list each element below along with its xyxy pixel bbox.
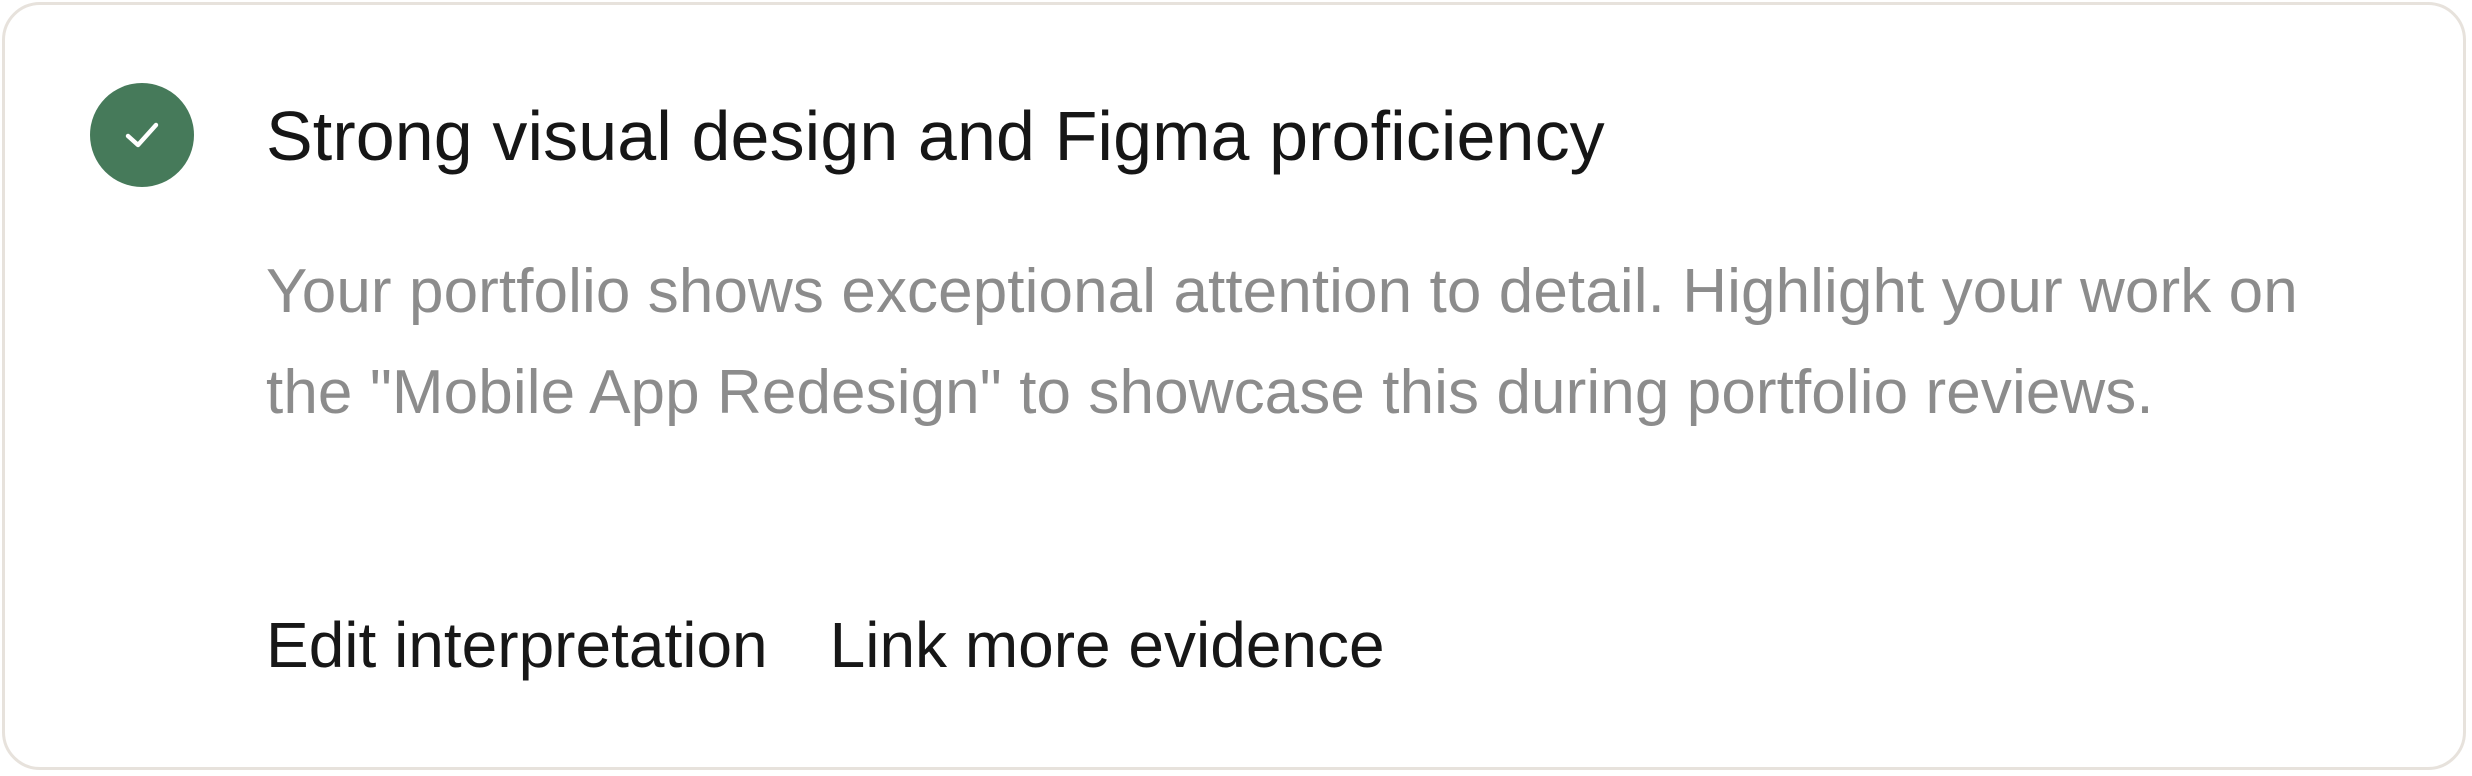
checkmark-icon — [90, 83, 194, 187]
card-description: Your portfolio shows exceptional attenti… — [266, 257, 2298, 427]
link-more-evidence-button[interactable]: Link more evidence — [830, 605, 1385, 685]
strength-card: Strong visual design and Figma proficien… — [2, 2, 2466, 770]
card-title: Strong visual design and Figma proficien… — [266, 97, 1605, 175]
edit-interpretation-button[interactable]: Edit interpretation — [266, 605, 768, 685]
card-actions: Edit interpretation Link more evidence — [266, 605, 1385, 685]
